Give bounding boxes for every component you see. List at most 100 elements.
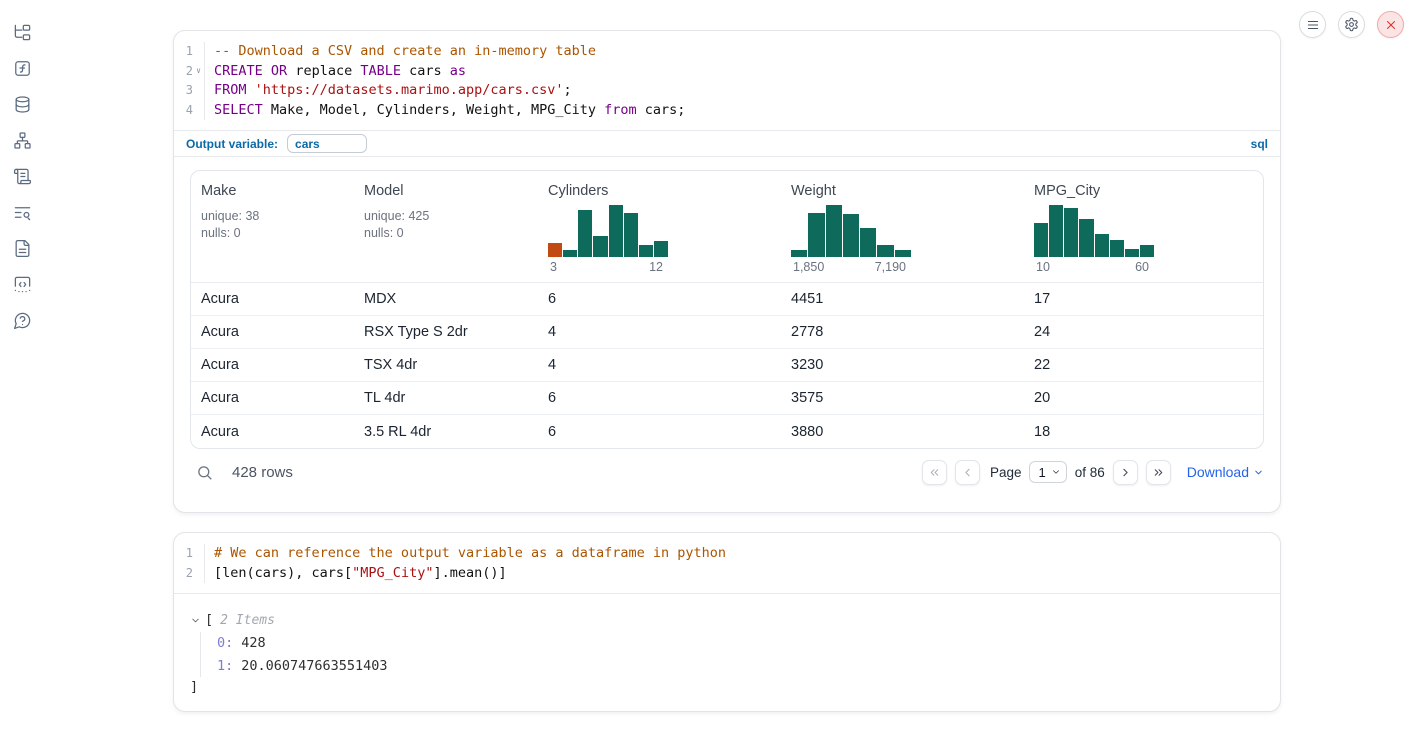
hist-bar (593, 236, 607, 257)
column-label[interactable]: Make (201, 183, 344, 199)
table-row[interactable]: AcuraRSX Type S 2dr4277824 (191, 316, 1263, 349)
menu-button[interactable] (1299, 11, 1326, 38)
hist-bar (808, 213, 824, 257)
database-icon[interactable] (12, 94, 32, 114)
code-text: CREATE OR replace TABLE cars as (205, 62, 466, 82)
table-cell: 20 (1024, 390, 1263, 406)
search-button[interactable] (192, 460, 216, 484)
code-line: 4SELECT Make, Model, Cylinders, Weight, … (174, 101, 1280, 121)
column-label[interactable]: MPG_City (1034, 183, 1253, 199)
line-gutter: 3 (174, 81, 205, 101)
tree-value: 20.060747663551403 (241, 658, 387, 674)
pagination: Page 1 of 86 (922, 460, 1171, 485)
column-label[interactable]: Weight (791, 183, 1014, 199)
tree-entries: 0:428 1: 20.060747663551403 (200, 632, 1264, 677)
column-stats: unique: 38 nulls: 0 (201, 208, 344, 242)
line-number: 1 (174, 42, 193, 62)
text-search-icon[interactable] (12, 202, 32, 222)
hist-bar (1079, 219, 1093, 257)
hist-bar (1095, 234, 1109, 257)
code-line: 3FROM 'https://datasets.marimo.app/cars.… (174, 81, 1280, 101)
sql-editor[interactable]: 1-- Download a CSV and create an in-memo… (174, 31, 1280, 130)
output-variable-input[interactable] (287, 134, 367, 153)
fold-chevron-icon[interactable]: ∨ (193, 67, 204, 75)
hist-bar (843, 214, 859, 257)
last-page-button[interactable] (1146, 460, 1171, 485)
download-button[interactable]: Download (1187, 464, 1264, 480)
column-label[interactable]: Model (364, 183, 528, 199)
file-tree-icon[interactable] (12, 22, 32, 42)
weight-histogram[interactable]: 1,850 7,190 (791, 205, 911, 274)
column-header-cylinders: Cylinders 3 12 (538, 181, 781, 282)
line-gutter: 1 (174, 544, 205, 564)
table-cell: RSX Type S 2dr (354, 324, 538, 340)
settings-button[interactable] (1338, 11, 1365, 38)
tree-root: [ 2 Items (190, 610, 1264, 630)
sql-cell: 1-- Download a CSV and create an in-memo… (173, 30, 1281, 513)
prev-page-button[interactable] (955, 460, 980, 485)
output-variable-label: Output variable: (186, 137, 278, 151)
chevrons-left-icon (928, 466, 941, 479)
dependency-graph-icon[interactable] (12, 130, 32, 150)
table-cell: 4 (538, 324, 781, 340)
chevrons-right-icon (1152, 466, 1165, 479)
chevron-down-icon[interactable] (190, 615, 201, 626)
table-cell: 6 (538, 291, 781, 307)
tree-value: 428 (241, 635, 265, 651)
table-body: AcuraMDX6445117AcuraRSX Type S 2dr427782… (191, 283, 1263, 448)
language-badge: sql (1251, 137, 1268, 151)
histogram-axis: 1,850 7,190 (791, 260, 911, 274)
next-page-button[interactable] (1113, 460, 1138, 485)
table-cell: Acura (191, 291, 354, 307)
page-label: Page (990, 465, 1022, 480)
sidebar (0, 22, 44, 330)
python-editor[interactable]: 1# We can reference the output variable … (174, 533, 1280, 593)
gear-icon (1344, 17, 1359, 32)
data-table: Make unique: 38 nulls: 0 Model unique: 4… (190, 170, 1264, 449)
scroll-icon[interactable] (12, 166, 32, 186)
hist-bar (548, 243, 562, 257)
table-row[interactable]: AcuraTL 4dr6357520 (191, 382, 1263, 415)
table-cell: 3230 (781, 357, 1024, 373)
code-snippets-icon[interactable] (12, 274, 32, 294)
tree-key: 1: (217, 658, 233, 674)
hist-bar (1140, 245, 1154, 257)
cylinders-histogram[interactable]: 3 12 (548, 205, 668, 274)
hist-bar (1034, 223, 1048, 257)
hist-bar (877, 245, 893, 257)
table-row[interactable]: AcuraMDX6445117 (191, 283, 1263, 316)
notebook-actions (1299, 11, 1404, 38)
table-row[interactable]: AcuraTSX 4dr4323022 (191, 349, 1263, 382)
table-cell: TL 4dr (354, 390, 538, 406)
tree-entry: 0:428 (217, 632, 1264, 655)
chevron-down-icon (1051, 467, 1061, 477)
column-header-make: Make unique: 38 nulls: 0 (191, 181, 354, 282)
hist-bar (895, 250, 911, 257)
code-text: FROM 'https://datasets.marimo.app/cars.c… (205, 81, 572, 101)
help-chat-icon[interactable] (12, 310, 32, 330)
hist-bar (624, 213, 638, 257)
function-square-icon[interactable] (12, 58, 32, 78)
page-select[interactable]: 1 (1029, 461, 1066, 483)
code-line: 1-- Download a CSV and create an in-memo… (174, 42, 1280, 62)
row-count: 428 rows (232, 464, 293, 481)
code-text: [len(cars), cars["MPG_City"].mean()] (205, 564, 507, 584)
open-bracket: [ (205, 612, 213, 628)
shutdown-button[interactable] (1377, 11, 1404, 38)
items-count-label: 2 Items (220, 613, 275, 628)
line-number: 2 (174, 62, 193, 82)
column-stats: unique: 425 nulls: 0 (364, 208, 528, 242)
hist-bar (860, 228, 876, 257)
table-cell: 24 (1024, 324, 1263, 340)
hist-bar (1049, 205, 1063, 257)
table-row[interactable]: Acura3.5 RL 4dr6388018 (191, 415, 1263, 448)
table-cell: MDX (354, 291, 538, 307)
mpg-city-histogram[interactable]: 10 60 (1034, 205, 1154, 274)
column-label[interactable]: Cylinders (548, 183, 771, 199)
tree-entry: 1: 20.060747663551403 (217, 655, 1264, 678)
first-page-button[interactable] (922, 460, 947, 485)
file-text-icon[interactable] (12, 238, 32, 258)
code-line: 2∨CREATE OR replace TABLE cars as (174, 62, 1280, 82)
chevron-right-icon (1119, 466, 1132, 479)
table-cell: 6 (538, 424, 781, 440)
